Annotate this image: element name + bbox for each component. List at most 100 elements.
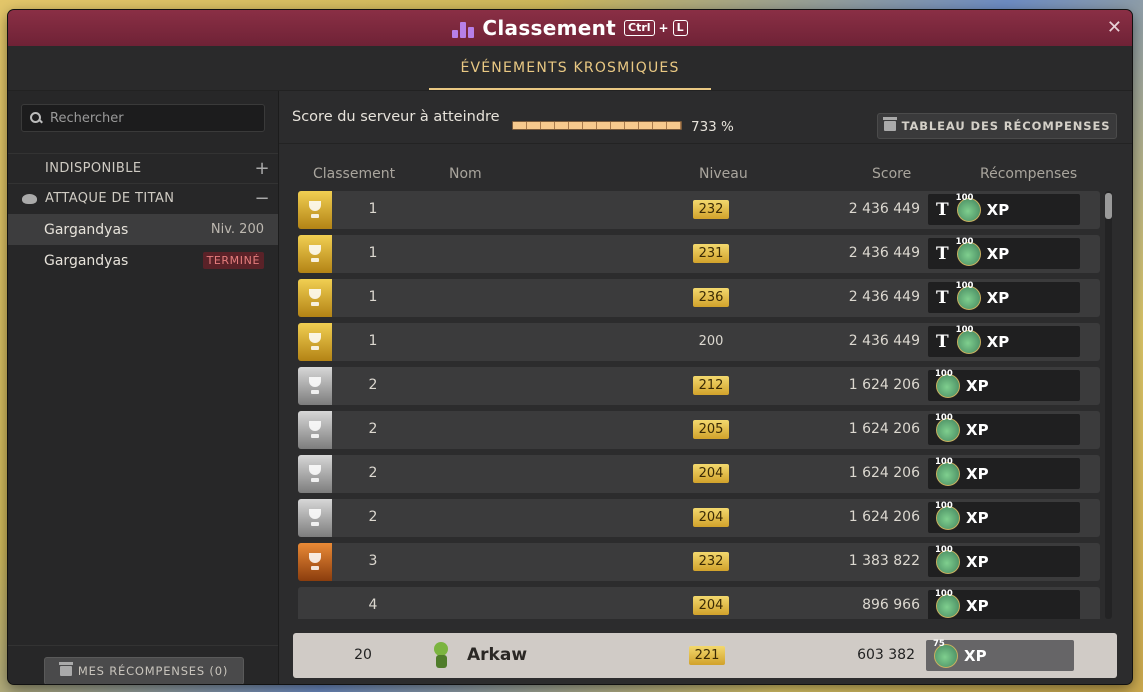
title-bar[interactable]: Classement Ctrl + L ✕ [8, 10, 1132, 46]
silver-trophy-icon [298, 499, 332, 537]
potion-icon: 100 [956, 237, 981, 266]
rewards-cell[interactable]: T 100 XP [928, 237, 1080, 269]
silver-trophy-icon [298, 455, 332, 493]
category-label: ATTAQUE DE TITAN [45, 191, 175, 206]
silver-trophy-icon [298, 411, 332, 449]
rank-cell: 2 [368, 377, 378, 393]
xp-label: XP [966, 420, 989, 439]
header-rewards: Récompenses [980, 166, 1078, 182]
category-titan-attack[interactable]: ATTAQUE DE TITAN − [8, 183, 278, 213]
rewards-cell[interactable]: T 100 XP [928, 325, 1080, 357]
potion-icon: 100 [935, 413, 960, 442]
table-row[interactable]: 4 204 896 966 100 XP [298, 587, 1100, 619]
rewards-cell[interactable]: 100 XP [928, 413, 1080, 445]
table-row[interactable]: 2 204 1 624 206 100 XP [298, 499, 1100, 537]
potion-amount: 100 [955, 324, 974, 335]
potion-icon: 75 [933, 639, 958, 668]
table-row[interactable]: 2 204 1 624 206 100 XP [298, 455, 1100, 493]
score-cell: 1 624 206 [848, 421, 920, 437]
rewards-cell[interactable]: 100 XP [928, 589, 1080, 619]
category-unavailable[interactable]: INDISPONIBLE + [8, 153, 278, 183]
score-cell: 1 624 206 [848, 509, 920, 525]
score-cell: 2 436 449 [848, 289, 920, 305]
xp-label: XP [966, 464, 989, 483]
xp-label: XP [966, 552, 989, 571]
my-score: 603 382 [857, 647, 915, 663]
search-box[interactable] [21, 104, 265, 132]
rewards-cell[interactable]: 100 XP [928, 369, 1080, 401]
xp-label: XP [964, 646, 987, 665]
gold-trophy-icon [298, 235, 332, 273]
potion-icon: 100 [956, 325, 981, 354]
potion-amount: 100 [935, 544, 953, 555]
shortcut-plus: + [658, 21, 669, 35]
level-cell: 205 [693, 420, 729, 439]
table-row[interactable]: 1 200 2 436 449 T 100 XP [298, 323, 1100, 361]
close-icon[interactable]: ✕ [1107, 17, 1122, 38]
rewards-cell[interactable]: 100 XP [928, 501, 1080, 533]
status-badge: TERMINÉ [202, 252, 264, 269]
table-row[interactable]: 1 232 2 436 449 T 100 XP [298, 191, 1100, 229]
level-cell: 212 [693, 376, 729, 395]
table-row[interactable]: 1 236 2 436 449 T 100 XP [298, 279, 1100, 317]
header-rank[interactable]: Classement [313, 166, 395, 182]
server-goal: Score du serveur à atteindre 733 % TABLE… [279, 91, 1132, 144]
rewards-table-button[interactable]: TABLEAU DES RÉCOMPENSES [877, 113, 1117, 139]
potion-amount: 100 [955, 280, 974, 291]
rank-cell: 1 [368, 245, 378, 261]
ranking-icon [452, 18, 475, 38]
score-cell: 2 436 449 [848, 245, 920, 261]
rank-cell: 2 [368, 421, 378, 437]
xp-label: XP [966, 376, 989, 395]
expand-icon[interactable]: + [255, 158, 270, 179]
ranking-list[interactable]: 1 232 2 436 449 T 100 XP 1 231 2 436 449 T 100 XP 1 2… [298, 191, 1100, 619]
level-cell: 200 [698, 334, 724, 349]
trophy-icon [307, 201, 323, 219]
potion-amount: 100 [935, 412, 953, 423]
sidebar-item-event[interactable]: Gargandyas Niv. 200 [8, 214, 278, 245]
potion-icon: 100 [956, 281, 981, 310]
table-row[interactable]: 2 205 1 624 206 100 XP [298, 411, 1100, 449]
level-cell: 204 [693, 508, 729, 527]
event-level: Niv. 200 [210, 222, 264, 237]
gold-trophy-icon [298, 323, 332, 361]
potion-amount: 100 [955, 192, 974, 203]
table-row[interactable]: 3 232 1 383 822 100 XP [298, 543, 1100, 581]
tab-krosmic-events[interactable]: ÉVÉNEMENTS KROSMIQUES [429, 46, 711, 90]
shortcut-key: L [672, 20, 688, 36]
rewards-cell[interactable]: T 100 XP [928, 281, 1080, 313]
title-reward-icon: T [936, 331, 949, 352]
silver-trophy-icon [298, 367, 332, 405]
header-level[interactable]: Niveau [699, 166, 748, 182]
header-name[interactable]: Nom [449, 166, 482, 182]
scrollbar[interactable] [1105, 191, 1112, 619]
rewards-cell[interactable]: 100 XP [928, 544, 1080, 577]
collapse-icon[interactable]: − [255, 188, 270, 209]
event-name: Gargandyas [44, 252, 129, 269]
sidebar-item-event[interactable]: Gargandyas TERMINÉ [8, 245, 278, 276]
rewards-cell[interactable]: T 100 XP [928, 192, 1080, 225]
search-input[interactable] [48, 109, 252, 127]
goal-progress-fill [513, 122, 681, 129]
my-rewards[interactable]: 75 XP [926, 639, 1074, 671]
scrollbar-thumb[interactable] [1105, 193, 1112, 219]
rewards-cell[interactable]: 100 XP [928, 457, 1080, 489]
trophy-icon [307, 553, 323, 571]
my-ranking-row: 20 Arkaw 221 603 382 75 XP [293, 633, 1117, 678]
gift-icon [58, 662, 73, 676]
event-name: Gargandyas [44, 221, 129, 238]
my-rewards-button[interactable]: MES RÉCOMPENSES (0) [44, 657, 244, 684]
table-row[interactable]: 1 231 2 436 449 T 100 XP [298, 235, 1100, 273]
goal-progress-bar [512, 121, 682, 130]
potion-amount: 100 [935, 588, 953, 599]
table-row[interactable]: 2 212 1 624 206 100 XP [298, 367, 1100, 405]
sidebar-footer: MES RÉCOMPENSES (0) [8, 645, 278, 684]
score-cell: 1 624 206 [848, 465, 920, 481]
rank-cell: 2 [368, 509, 378, 525]
header-score[interactable]: Score [872, 166, 911, 182]
trophy-icon [307, 377, 323, 395]
shortcut-modifier: Ctrl [624, 20, 655, 36]
potion-icon: 100 [935, 589, 960, 618]
score-cell: 2 436 449 [848, 201, 920, 217]
level-cell: 204 [693, 596, 729, 615]
